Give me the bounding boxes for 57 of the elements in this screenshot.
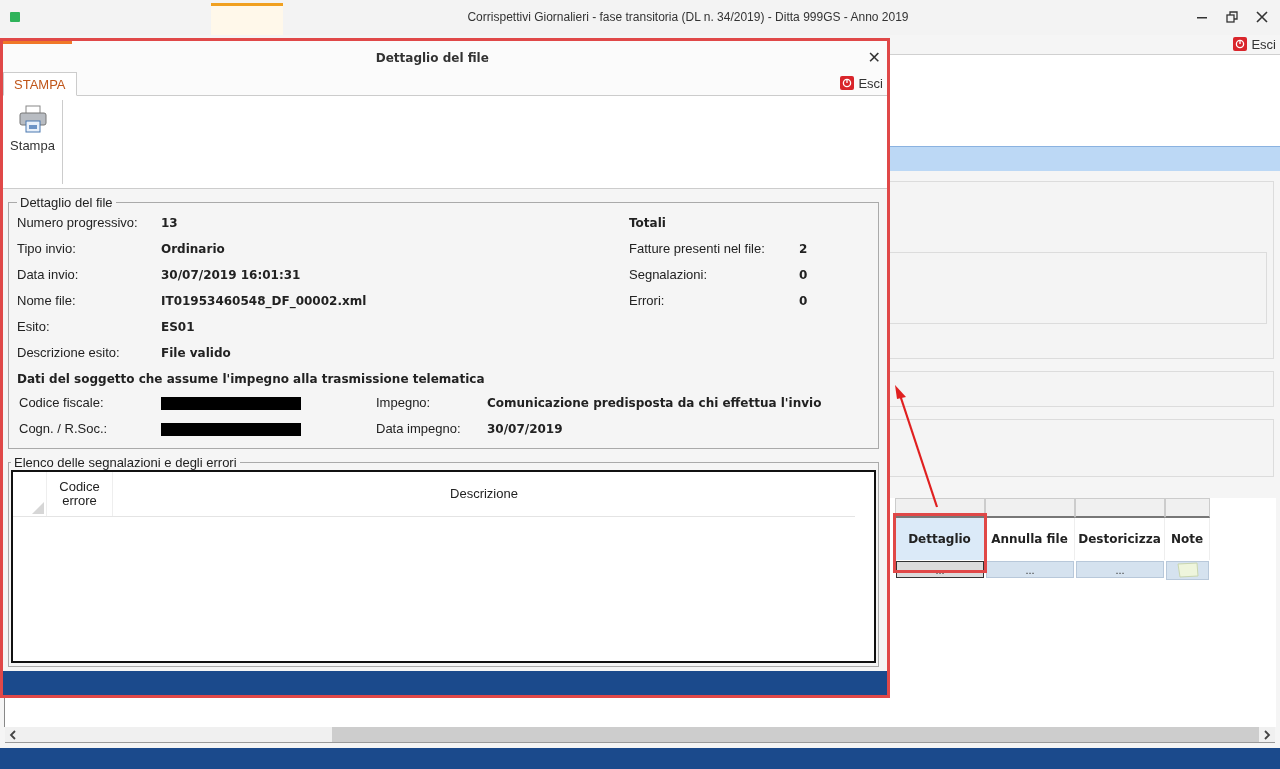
field-label: Errori: xyxy=(629,292,666,310)
scroll-right-icon[interactable] xyxy=(1263,729,1271,740)
scroll-left-icon[interactable] xyxy=(9,729,17,740)
group-title: Elenco delle segnalazioni e degli errori xyxy=(13,455,238,470)
corner-icon xyxy=(32,502,44,514)
field-label: Numero progressivo: xyxy=(17,214,139,232)
power-icon xyxy=(840,76,855,90)
column-header[interactable]: Note xyxy=(1165,518,1210,561)
exit-button[interactable]: Esci xyxy=(1229,36,1280,52)
horizontal-scrollbar[interactable] xyxy=(5,727,1275,744)
column-header[interactable]: Destoricizza xyxy=(1075,518,1165,561)
ellipsis-button[interactable]: ... xyxy=(1076,561,1164,579)
ellipsis-button[interactable]: ... xyxy=(986,561,1074,579)
section-heading: Dati del soggetto che assume l'impegno alla trasmissione telematica xyxy=(17,371,486,388)
field-value: 13 xyxy=(161,215,179,232)
field-label: Fatture presenti nel file: xyxy=(629,240,766,258)
printer-icon xyxy=(17,104,48,134)
field-value: 0 xyxy=(799,293,808,310)
field-label: Codice fiscale: xyxy=(19,394,105,412)
field-value: 30/07/2019 xyxy=(487,421,564,438)
close-button[interactable]: ✕ xyxy=(861,48,887,67)
scroll-thumb[interactable] xyxy=(332,727,1259,743)
field-label: Data impegno: xyxy=(376,420,462,438)
print-button[interactable]: Stampa xyxy=(3,100,63,184)
field-value: 2 xyxy=(799,241,808,258)
totals-heading: Totali xyxy=(629,215,667,232)
field-value: Comunicazione predisposta da chi effettua l'invio xyxy=(487,395,823,412)
field-value: ES01 xyxy=(161,319,196,336)
field-value: Ordinario xyxy=(161,241,226,258)
column-header[interactable]: Descrizione xyxy=(113,472,855,516)
column-header[interactable] xyxy=(1075,498,1165,519)
exit-button[interactable]: Esci xyxy=(836,75,887,91)
dialog-title: Dettaglio del file xyxy=(374,50,490,65)
column-header[interactable] xyxy=(1165,498,1210,519)
field-value: File valido xyxy=(161,345,232,362)
field-label: Descrizione esito: xyxy=(17,344,121,362)
field-label: Data invio: xyxy=(17,266,80,284)
field-value: 30/07/2019 16:01:31 xyxy=(161,267,302,284)
column-header[interactable]: Codice errore xyxy=(47,472,113,516)
field-label: Tipo invio: xyxy=(17,240,77,258)
field-label: Cogn. / R.Soc.: xyxy=(19,420,109,438)
app-icon xyxy=(10,12,20,23)
power-icon xyxy=(1233,37,1248,52)
field-label: Nome file: xyxy=(17,292,77,310)
close-icon[interactable] xyxy=(1256,11,1268,24)
restore-icon[interactable] xyxy=(1226,11,1238,24)
field-value: IT01953460548_DF_00002.xml xyxy=(161,293,368,310)
window-title: Corrispettivi Giornalieri - fase transitoria (DL n. 34/2019) - Ditta 999GS - Anno 2019 xyxy=(466,10,910,25)
field-label: Impegno: xyxy=(376,394,432,412)
group-title: Dettaglio del file xyxy=(19,195,114,210)
field-label: Esito: xyxy=(17,318,51,336)
field-label: Segnalazioni: xyxy=(629,266,709,284)
column-header[interactable] xyxy=(985,498,1075,519)
field-value: 0 xyxy=(799,267,808,284)
column-header[interactable]: Dettaglio xyxy=(895,518,985,561)
ribbon-tab[interactable]: STAMPA xyxy=(3,72,77,96)
column-header[interactable]: Annulla file xyxy=(985,518,1075,561)
